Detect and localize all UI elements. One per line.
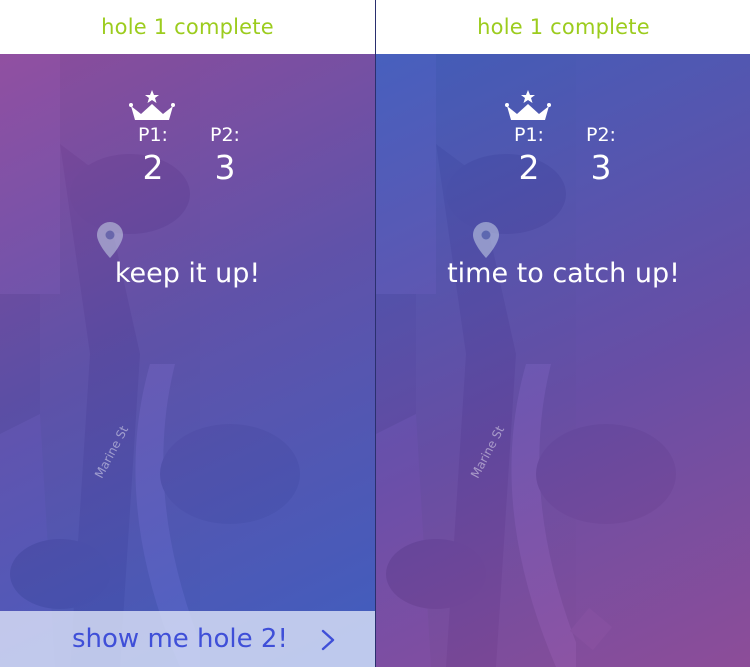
color-overlay [0,54,375,667]
map-pin-icon[interactable] [97,222,123,258]
crown-icon [505,90,551,120]
player-1-value: 2 [518,148,540,187]
player-1-score: P1: 2 [133,124,173,187]
map-pin-icon[interactable] [473,222,499,258]
status-message: keep it up! [114,258,261,289]
map-view[interactable]: Marine St [0,54,375,667]
color-overlay [376,54,750,667]
player-1-label: P1: [138,124,168,146]
player-2-label: P2: [586,124,616,146]
header: hole 1 complete [376,0,750,54]
player-2-value: 3 [590,148,612,187]
player-1-value: 2 [142,148,164,187]
status-message: time to catch up! [447,258,680,289]
crown-icon [129,90,175,120]
screen-right: hole 1 complete Marine St P1: 2 P2: 3 ti… [375,0,750,667]
player-1-score: P1: 2 [509,124,549,187]
header-title: hole 1 complete [477,15,650,39]
player-2-score: P2: 3 [581,124,621,187]
chevron-right-icon [321,629,335,651]
player-2-score: P2: 3 [205,124,245,187]
player-2-label: P2: [210,124,240,146]
player-1-label: P1: [514,124,544,146]
player-2-value: 3 [214,148,236,187]
map-view[interactable]: Marine St [376,54,750,667]
header-title: hole 1 complete [101,15,274,39]
screen-left: hole 1 complete Marine St P1: 2 P2: 3 ke… [0,0,375,667]
next-hole-button[interactable]: show me hole 2! [0,611,375,667]
header: hole 1 complete [0,0,375,54]
next-hole-button-label: show me hole 2! [72,624,288,654]
